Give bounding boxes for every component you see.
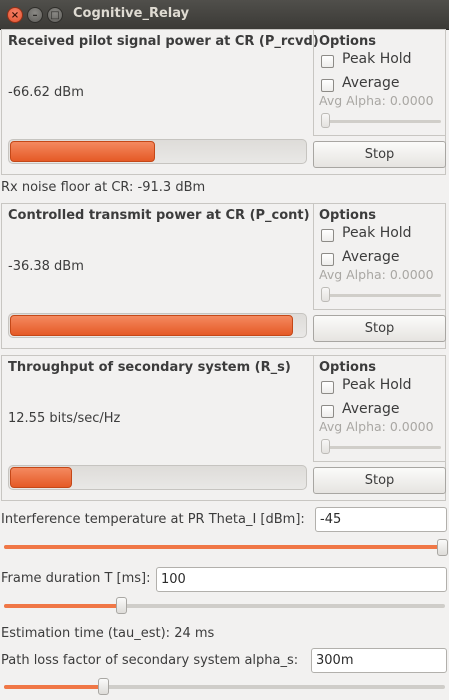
path-loss-input[interactable]: 300m: [311, 648, 447, 673]
throughput-value: 12.55 bits/sec/Hz: [8, 411, 121, 426]
panel-title: Controlled transmit power at CR (P_cont): [8, 208, 310, 223]
stop-button[interactable]: Stop: [313, 141, 446, 168]
avg-alpha-slider-track[interactable]: [321, 294, 441, 297]
stop-button[interactable]: Stop: [313, 467, 446, 494]
window-titlebar[interactable]: × – □ Cognitive_Relay: [0, 0, 449, 30]
window-title: Cognitive_Relay: [73, 6, 190, 21]
path-loss-slider[interactable]: [4, 685, 445, 689]
panel-title: Received pilot signal power at CR (P_rcv…: [8, 34, 319, 49]
minimize-icon[interactable]: –: [27, 7, 43, 23]
level-bar: [8, 139, 307, 164]
options-group: Options Peak Hold Average Avg Alpha: 0.0…: [313, 356, 446, 462]
frame-duration-input[interactable]: 100: [156, 567, 447, 592]
options-title: Options: [319, 34, 376, 49]
theta-input[interactable]: -45: [315, 507, 447, 532]
maximize-icon[interactable]: □: [47, 7, 63, 23]
avg-alpha-slider-handle[interactable]: [321, 439, 330, 454]
avg-alpha-slider-track[interactable]: [321, 446, 441, 449]
average-label[interactable]: Average: [342, 401, 400, 417]
panel-received-pilot-power: Received pilot signal power at CR (P_rcv…: [1, 29, 446, 175]
avg-alpha-label: Avg Alpha: 0.0000: [319, 93, 434, 108]
close-icon[interactable]: ×: [7, 7, 23, 23]
theta-label: Interference temperature at PR Theta_I […: [1, 512, 305, 527]
average-label[interactable]: Average: [342, 75, 400, 91]
avg-alpha-slider-handle[interactable]: [321, 287, 330, 302]
frame-duration-slider[interactable]: [4, 604, 445, 608]
average-checkbox[interactable]: [321, 253, 334, 266]
options-group: Options Peak Hold Average Avg Alpha: 0.0…: [313, 204, 446, 310]
peak-hold-label[interactable]: Peak Hold: [342, 51, 412, 67]
frame-duration-slider-handle[interactable]: [115, 597, 127, 614]
theta-slider-handle[interactable]: [437, 539, 448, 556]
level-bar: [8, 313, 307, 338]
peak-hold-checkbox[interactable]: [321, 229, 334, 242]
level-bar-fill: [10, 467, 72, 488]
peak-hold-label[interactable]: Peak Hold: [342, 377, 412, 393]
average-checkbox[interactable]: [321, 405, 334, 418]
peak-hold-checkbox[interactable]: [321, 55, 334, 68]
noise-floor-label: Rx noise floor at CR: -91.3 dBm: [1, 180, 206, 195]
avg-alpha-label: Avg Alpha: 0.0000: [319, 419, 434, 434]
level-bar-fill: [10, 141, 155, 162]
peak-hold-checkbox[interactable]: [321, 381, 334, 394]
avg-alpha-label: Avg Alpha: 0.0000: [319, 267, 434, 282]
path-loss-label: Path loss factor of secondary system alp…: [1, 653, 299, 668]
path-loss-slider-fill: [4, 685, 103, 689]
frame-duration-label: Frame duration T [ms]:: [1, 571, 151, 586]
level-bar-fill: [10, 315, 293, 336]
options-group: Options Peak Hold Average Avg Alpha: 0.0…: [313, 30, 446, 136]
average-label[interactable]: Average: [342, 249, 400, 265]
peak-hold-label[interactable]: Peak Hold: [342, 225, 412, 241]
path-loss-slider-handle[interactable]: [98, 678, 110, 695]
panel-throughput: Throughput of secondary system (R_s) 12.…: [1, 355, 446, 501]
estimation-time-label: Estimation time (tau_est): 24 ms: [1, 626, 215, 641]
panel-controlled-transmit-power: Controlled transmit power at CR (P_cont)…: [1, 203, 446, 349]
avg-alpha-slider-handle[interactable]: [321, 113, 330, 128]
level-bar: [8, 465, 307, 490]
average-checkbox[interactable]: [321, 79, 334, 92]
frame-duration-slider-fill: [4, 604, 121, 608]
avg-alpha-slider-track[interactable]: [321, 120, 441, 123]
theta-slider[interactable]: [4, 545, 445, 549]
options-title: Options: [319, 208, 376, 223]
power-value: -66.62 dBm: [8, 85, 84, 100]
theta-slider-fill: [4, 545, 445, 549]
stop-button[interactable]: Stop: [313, 315, 446, 342]
panel-title: Throughput of secondary system (R_s): [8, 360, 291, 375]
options-title: Options: [319, 360, 376, 375]
power-value: -36.38 dBm: [8, 259, 84, 274]
